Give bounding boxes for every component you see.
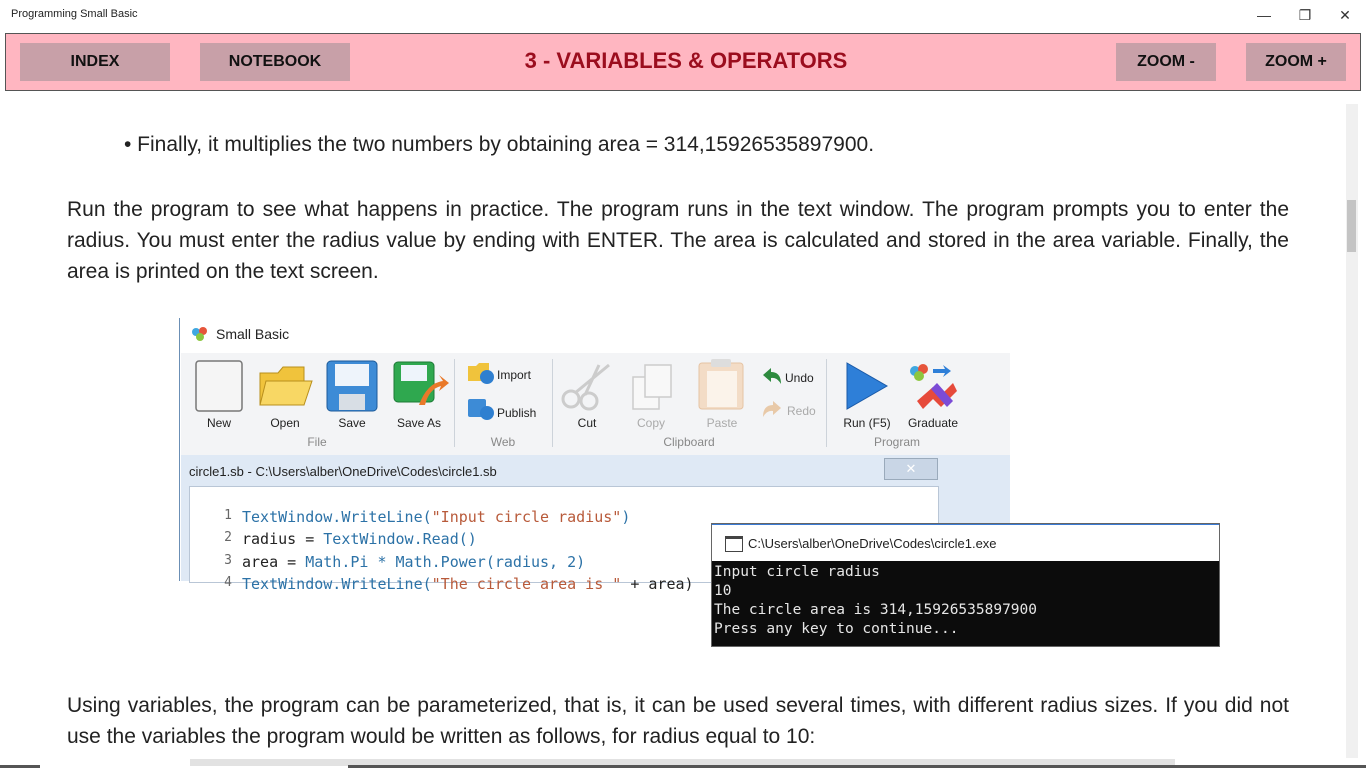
window-title: Programming Small Basic (11, 8, 138, 20)
open-folder-icon (259, 366, 313, 406)
ribbon-group-web: Import Publish Web (455, 353, 551, 455)
open-label[interactable]: Open (261, 416, 309, 430)
minimize-button[interactable]: — (1241, 0, 1287, 30)
smallbasic-titlebar: Small Basic (180, 318, 1010, 353)
console-line: The circle area is 314,15926535897900 (714, 602, 1038, 618)
ribbon-group-file: New Open Save Save As File (181, 353, 453, 455)
console-line: Press any key to continue... (714, 621, 959, 637)
clipboard-group-label: Clipboard (663, 435, 715, 449)
copy-label[interactable]: Copy (633, 416, 669, 430)
ribbon: New Open Save Save As File Import Publis… (181, 353, 1010, 456)
console-window: C:\Users\alber\OneDrive\Codes\circle1.ex… (711, 523, 1220, 647)
code-line: 4 TextWindow.WriteLine("The circle area i… (224, 575, 694, 593)
new-file-icon (195, 360, 243, 412)
web-group-label: Web (490, 435, 516, 449)
import-icon (468, 363, 494, 384)
editor-title: circle1.sb - C:\Users\alber\OneDrive\Cod… (189, 464, 497, 479)
editor-close-button[interactable]: ✕ (884, 458, 938, 480)
bullet-text: • Finally, it multiplies the two numbers… (124, 133, 875, 156)
zoom-in-button[interactable]: ZOOM + (1246, 43, 1346, 81)
redo-icon (763, 401, 781, 417)
cut-icon (561, 363, 610, 411)
publish-label[interactable]: Publish (497, 406, 536, 420)
new-label[interactable]: New (195, 416, 243, 430)
console-app-icon (725, 536, 743, 552)
save-as-label[interactable]: Save As (391, 416, 447, 430)
smallbasic-logo-icon (192, 327, 207, 341)
console-titlebar: C:\Users\alber\OneDrive\Codes\circle1.ex… (712, 524, 1219, 561)
console-title: C:\Users\alber\OneDrive\Codes\circle1.ex… (748, 536, 997, 551)
run-play-icon (846, 362, 889, 410)
run-label[interactable]: Run (F5) (837, 416, 897, 430)
paste-icon (698, 359, 744, 410)
program-screenshot: Small Basic New Open Save Save As File I… (179, 318, 1220, 648)
paragraph-run-program: Run the program to see what happens in p… (67, 198, 1289, 283)
ribbon-group-clipboard: Cut Copy Paste Undo Redo Clipboard (553, 353, 825, 455)
undo-icon (763, 368, 781, 384)
ribbon-group-program: Run (F5) Graduate Program (827, 353, 967, 455)
graduate-icon (910, 364, 957, 409)
program-group-label: Program (873, 435, 920, 449)
import-label[interactable]: Import (497, 368, 531, 382)
copy-icon (632, 364, 672, 410)
save-disk-icon (326, 360, 378, 412)
file-group-label: File (307, 435, 327, 449)
redo-label[interactable]: Redo (787, 404, 816, 418)
chapter-header: INDEX NOTEBOOK 3 - VARIABLES & OPERATORS… (5, 33, 1361, 91)
window-titlebar: Programming Small Basic — ❐ ✕ (0, 0, 1366, 30)
save-label[interactable]: Save (328, 416, 376, 430)
smallbasic-title: Small Basic (216, 326, 290, 342)
publish-icon (468, 399, 494, 420)
zoom-out-button[interactable]: ZOOM - (1116, 43, 1216, 81)
paste-label[interactable]: Paste (702, 416, 742, 430)
console-line: Input circle radius (714, 564, 880, 580)
vertical-scroll-thumb[interactable] (1347, 200, 1356, 252)
console-line: 10 (714, 583, 732, 599)
graduate-label[interactable]: Graduate (903, 416, 963, 430)
save-as-icon (393, 361, 449, 405)
paragraph-parameterized: Using variables, the program can be para… (67, 694, 1289, 748)
undo-label[interactable]: Undo (785, 371, 814, 385)
index-button[interactable]: INDEX (20, 43, 170, 81)
chapter-title: 3 - VARIABLES & OPERATORS (524, 48, 848, 73)
notebook-button[interactable]: NOTEBOOK (200, 43, 350, 81)
cut-label[interactable]: Cut (573, 416, 601, 430)
close-button[interactable]: ✕ (1322, 0, 1366, 30)
